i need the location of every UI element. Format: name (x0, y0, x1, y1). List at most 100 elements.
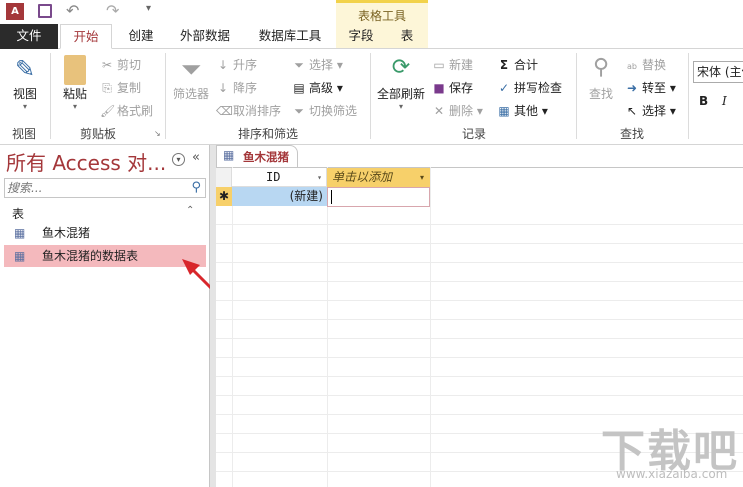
selection-filter-button[interactable]: ⏷ 选择 ▾ (292, 56, 343, 73)
group-sort-filter-label: 排序和筛选 (238, 127, 299, 141)
totals-label: 合计 (514, 58, 539, 72)
replace-button[interactable]: ab 替换 (625, 56, 666, 73)
brush-icon: 🖌 (100, 104, 116, 118)
tab-table[interactable]: 表 (392, 24, 422, 49)
new-row-id-cell[interactable]: (新建) (232, 187, 327, 206)
refresh-all-label: 全部刷新 (376, 87, 425, 101)
context-group-label: 表格工具 (358, 9, 407, 23)
search-icon[interactable]: ⚲ (191, 180, 201, 195)
advanced-filter-button[interactable]: ▤ 高级 ▾ (292, 79, 343, 96)
column-dropdown-icon[interactable]: ▾ (317, 168, 322, 187)
nav-menu-dropdown-icon[interactable]: ▾ (172, 153, 185, 166)
filter-button[interactable]: ⏷ 筛选器 (172, 55, 210, 102)
delete-icon: ✕ (433, 104, 445, 118)
nav-search-box[interactable]: ⚲ (4, 178, 206, 198)
view-button[interactable]: ✎ 视图 ▾ (8, 55, 42, 111)
new-row-selector[interactable]: ✱ (216, 187, 232, 206)
find-label: 查找 (588, 87, 613, 101)
nav-group-header[interactable]: 表 (12, 205, 24, 222)
table-icon: ▦ (14, 249, 26, 263)
more-button[interactable]: ▦ 其他 ▾ (497, 102, 548, 119)
paste-button[interactable]: 粘贴 ▾ (60, 55, 90, 111)
click-to-add-column[interactable]: 单击以添加 ▾ (327, 168, 430, 187)
text-cursor (331, 190, 332, 204)
nav-item-selected[interactable]: ▦ 鱼木混猪的数据表 (4, 245, 206, 267)
spelling-button[interactable]: ✓ 拼写检查 (497, 79, 562, 96)
customize-toolbar-icon[interactable]: ▾ (146, 3, 151, 14)
toggle-filter-button[interactable]: ⏷ 切换筛选 (292, 102, 357, 119)
font-name-input[interactable]: 宋体 (主体) (693, 61, 743, 83)
italic-button[interactable]: I (722, 94, 727, 108)
copy-label: 复制 (117, 81, 142, 95)
cut-button[interactable]: ✂ 剪切 (100, 56, 141, 73)
more-label: 其他 (514, 104, 539, 118)
column-header-id[interactable]: ID ▾ (232, 168, 327, 187)
view-icon: ✎ (14, 55, 36, 83)
paste-label: 粘贴 (62, 87, 87, 101)
find-button[interactable]: ⚲ 查找 (586, 55, 616, 102)
new-label: 新建 (449, 58, 474, 72)
advanced-label: 高级 (309, 81, 334, 95)
shutter-bar-collapse-icon[interactable]: « (192, 150, 200, 165)
cursor-icon: ↖ (626, 104, 638, 118)
select-button[interactable]: ↖ 选择 ▾ (625, 102, 676, 119)
filter-selection-icon: ⏷ (294, 58, 304, 72)
delete-record-button[interactable]: ✕ 删除 ▾ (432, 102, 483, 119)
search-input[interactable] (5, 179, 185, 197)
column-header-label: ID (266, 170, 281, 184)
tab-create[interactable]: 创建 (116, 24, 166, 49)
dialog-launcher-icon[interactable]: ↘ (154, 129, 161, 138)
nav-pane-title[interactable]: 所有 Access 对... (6, 147, 166, 176)
format-painter-label: 格式刷 (117, 104, 154, 118)
funnel-icon: ⏷ (180, 55, 202, 85)
funnel-icon: ⏷ (294, 104, 304, 118)
descending-button[interactable]: ↓ 降序 (216, 79, 257, 96)
navigation-pane: 所有 Access 对... ▾ « ⚲ 表 ⌃ ▦ 鱼木混猪 ▦ 鱼木混猪的数… (0, 145, 224, 487)
delete-label: 删除 (449, 104, 474, 118)
watermark-url: www.xiazaiba.com (616, 467, 728, 481)
format-painter-button[interactable]: 🖌 格式刷 (100, 102, 153, 119)
tab-home[interactable]: 开始 (60, 24, 112, 49)
descending-label: 降序 (233, 81, 258, 95)
cut-label: 剪切 (117, 58, 142, 72)
save-record-button[interactable]: ■ 保存 (432, 79, 473, 96)
ascending-button[interactable]: ↓ 升序 (216, 56, 257, 73)
goto-button[interactable]: ➜ 转至 ▾ (625, 79, 676, 96)
table-icon: ▦ (498, 104, 510, 118)
tab-fields[interactable]: 字段 (342, 24, 380, 49)
totals-button[interactable]: Σ 合计 (497, 56, 538, 73)
advanced-filter-icon: ▤ (293, 81, 305, 95)
document-tab-label: 鱼木混猪 (243, 150, 289, 164)
copy-icon: ⎘ (102, 81, 112, 95)
document-tab[interactable]: ▦ 鱼木混猪 (216, 145, 298, 167)
replace-label: 替换 (642, 58, 667, 72)
redo-icon[interactable]: ↷ (106, 1, 119, 20)
new-row-add-cell[interactable] (327, 187, 430, 207)
tab-database-tools[interactable]: 数据库工具 (250, 24, 330, 49)
bold-button[interactable]: B (699, 94, 708, 108)
ribbon-tabs: 文件 开始 创建 外部数据 数据库工具 字段 表 (0, 24, 743, 49)
access-logo-icon: A (6, 3, 24, 20)
nav-item[interactable]: ▦ 鱼木混猪 (4, 222, 206, 244)
goto-label: 转至 (642, 81, 667, 95)
undo-icon[interactable]: ↶ (66, 1, 79, 20)
ascending-label: 升序 (233, 58, 258, 72)
paste-icon (64, 55, 86, 85)
select-label: 选择 (642, 104, 667, 118)
collapse-group-icon[interactable]: ⌃ (186, 205, 194, 216)
new-record-button[interactable]: ▭ 新建 (432, 56, 473, 73)
tab-file[interactable]: 文件 (0, 24, 58, 49)
select-all-corner[interactable] (216, 168, 232, 187)
toggle-filter-label: 切换筛选 (309, 104, 358, 118)
copy-button[interactable]: ⎘ 复制 (100, 79, 141, 96)
remove-sort-label: 取消排序 (233, 104, 282, 118)
column-dropdown-icon[interactable]: ▾ (420, 168, 424, 187)
save-label: 保存 (449, 81, 474, 95)
remove-sort-button[interactable]: ⌫取消排序 (216, 102, 281, 119)
group-view-label: 视图 (12, 127, 37, 141)
save-icon[interactable] (38, 4, 52, 18)
selection-label: 选择 (309, 58, 334, 72)
tab-external-data[interactable]: 外部数据 (172, 24, 238, 49)
refresh-all-button[interactable]: ⟳ 全部刷新 ▾ (376, 55, 426, 111)
view-label: 视图 (12, 87, 37, 101)
